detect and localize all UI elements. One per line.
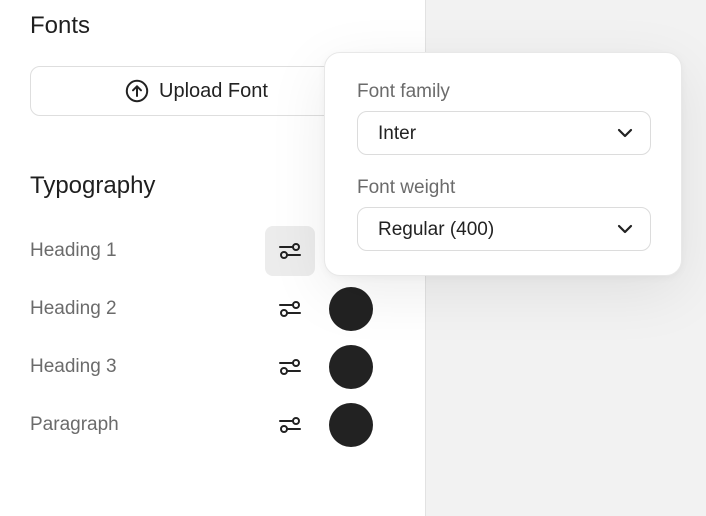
typography-row-paragraph: Paragraph [30, 400, 390, 450]
font-weight-value: Regular (400) [378, 219, 495, 240]
font-weight-select[interactable]: Regular (400) [357, 207, 651, 251]
typography-row-label: Heading 3 [30, 356, 117, 377]
typography-color-swatch[interactable] [329, 403, 373, 447]
typography-settings-button[interactable] [265, 400, 315, 450]
font-family-value: Inter [378, 123, 417, 144]
typography-row-label: Heading 1 [30, 240, 117, 261]
typography-row-label: Heading 2 [30, 298, 117, 319]
chevron-down-icon [617, 128, 633, 138]
typography-settings-button[interactable] [265, 226, 315, 276]
typography-row-heading-2: Heading 2 [30, 284, 390, 334]
typography-color-swatch[interactable] [329, 345, 373, 389]
sliders-icon [279, 359, 301, 375]
font-weight-label: Font weight [357, 177, 456, 198]
typography-section-title: Typography [30, 172, 156, 199]
font-family-select[interactable]: Inter [357, 111, 651, 155]
font-settings-popover: Font family Inter Font weight Regular (4… [324, 52, 682, 276]
typography-row-heading-3: Heading 3 [30, 342, 390, 392]
typography-settings-button[interactable] [265, 342, 315, 392]
font-family-label: Font family [357, 81, 450, 102]
sliders-icon [279, 417, 301, 433]
upload-font-label: Upload Font [159, 79, 268, 102]
upload-circle-icon [125, 79, 149, 103]
sliders-icon [279, 243, 301, 259]
sliders-icon [279, 301, 301, 317]
fonts-section-title: Fonts [30, 12, 91, 39]
typography-row-label: Paragraph [30, 414, 119, 435]
typography-settings-button[interactable] [265, 284, 315, 334]
chevron-down-icon [617, 224, 633, 234]
typography-color-swatch[interactable] [329, 287, 373, 331]
